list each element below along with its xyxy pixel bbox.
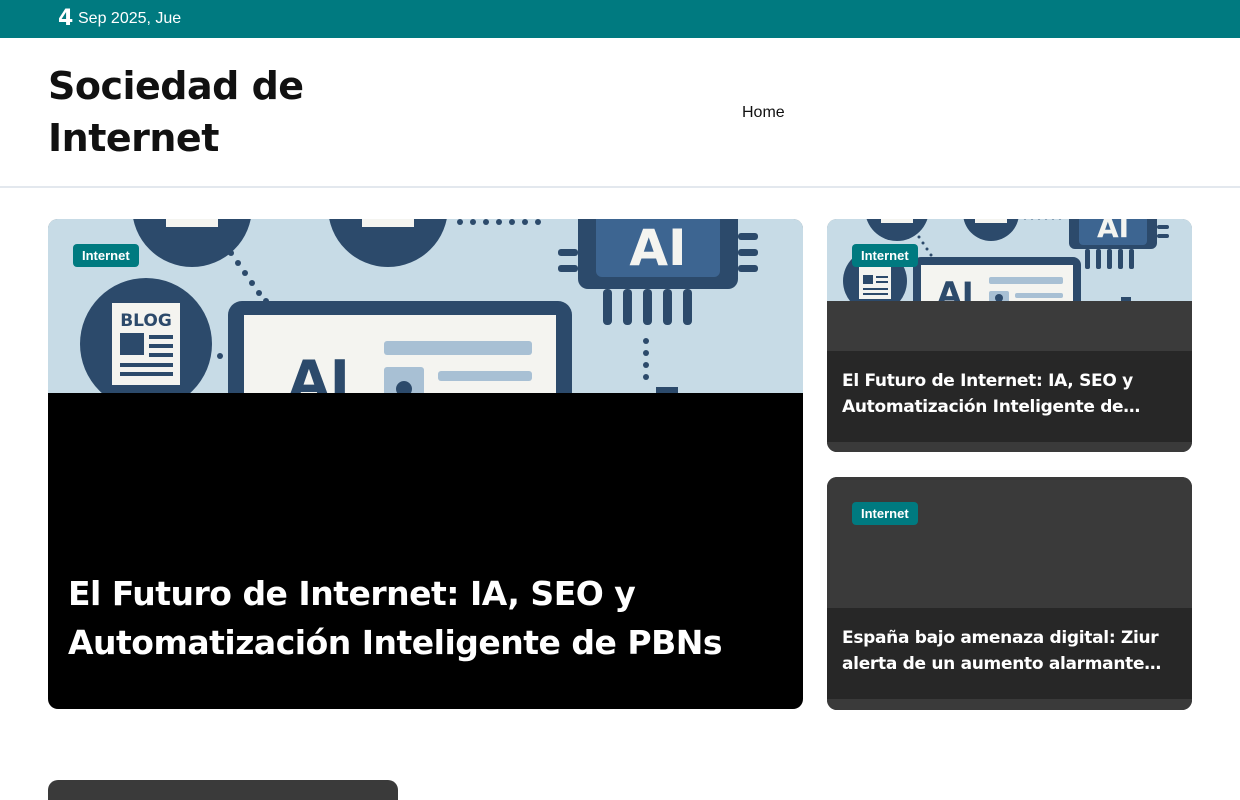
svg-text:AI: AI <box>937 275 974 301</box>
date-day: 4 <box>58 6 74 31</box>
side-post-title[interactable]: España bajo amenaza digital: Ziur alerta… <box>842 625 1177 677</box>
featured-post-card[interactable]: AI BLOG AI Internet El Futuro de Interne… <box>48 219 803 709</box>
svg-text:AI: AI <box>629 219 686 277</box>
site-title[interactable]: Sociedad de Internet <box>48 60 348 164</box>
top-bar: 4 Sep 2025, Jue <box>0 0 1240 38</box>
side-post-card[interactable]: AI AI Internet El Futuro de Internet: IA… <box>827 219 1192 452</box>
site-header: Sociedad de Internet Home <box>0 38 1240 188</box>
category-badge[interactable]: Internet <box>73 244 139 267</box>
monitor-icon: AI <box>228 301 572 393</box>
side-post-title[interactable]: El Futuro de Internet: IA, SEO y Automat… <box>842 368 1177 420</box>
svg-text:BLOG: BLOG <box>120 311 172 331</box>
nav-home-link[interactable]: Home <box>742 104 785 122</box>
side-post-card[interactable]: Internet España bajo amenaza digital: Zi… <box>827 477 1192 710</box>
side-post-image-placeholder <box>827 477 1192 608</box>
category-badge[interactable]: Internet <box>852 244 918 267</box>
featured-post-title[interactable]: El Futuro de Internet: IA, SEO y Automat… <box>68 569 768 667</box>
monitor-icon: AI <box>913 257 1081 301</box>
post-card-partial[interactable] <box>48 780 398 800</box>
category-badge[interactable]: Internet <box>852 502 918 525</box>
svg-text:AI: AI <box>288 349 350 393</box>
date-text: Sep 2025, Jue <box>78 10 182 27</box>
featured-post-image: AI BLOG AI <box>48 219 803 393</box>
svg-text:AI: AI <box>1097 219 1129 244</box>
